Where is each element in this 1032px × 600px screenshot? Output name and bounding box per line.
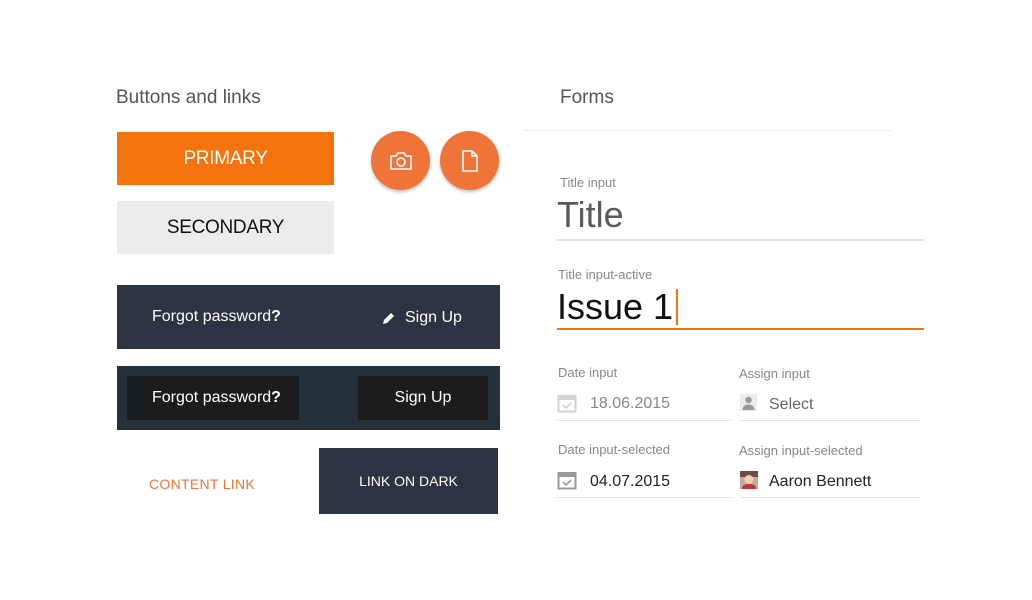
link-on-dark[interactable]: LINK ON DARK <box>319 448 498 514</box>
avatar <box>740 471 758 489</box>
title-input-active-label: Title input-active <box>558 267 653 282</box>
sign-up-link[interactable]: Sign Up <box>382 309 462 327</box>
person-icon <box>740 394 757 411</box>
forgot-password-button[interactable]: Forgot password? <box>127 376 299 420</box>
forgot-password-link[interactable]: Forgot password? <box>152 308 281 326</box>
auth-bar-dark-buttons: Forgot password? Sign Up <box>117 366 500 430</box>
title-input[interactable]: Title <box>557 194 624 236</box>
assign-input-value: Select <box>769 396 814 413</box>
assign-input-selected-underline <box>740 497 920 498</box>
title-input-active-underline <box>557 328 924 330</box>
date-input-value: 18.06.2015 <box>590 395 671 412</box>
date-input-label: Date input <box>558 365 618 380</box>
date-input-selected-value: 04.07.2015 <box>590 473 671 490</box>
title-input-active-value: Issue 1 <box>557 286 674 327</box>
file-icon <box>461 149 478 172</box>
auth-bar-dark: Forgot password? Sign Up <box>117 285 500 349</box>
date-input-selected-label: Date input-selected <box>558 442 671 457</box>
forms-divider <box>524 130 891 131</box>
date-input-underline <box>557 420 731 421</box>
primary-button[interactable]: PRIMARY <box>117 132 334 185</box>
calendar-check-icon <box>557 472 577 490</box>
assign-input-underline <box>740 420 920 421</box>
title-input-label: Title input <box>560 175 616 190</box>
assign-input-selected-value: Aaron Bennett <box>769 473 872 490</box>
camera-fab-button[interactable] <box>371 131 430 190</box>
assign-input-selected-label: Assign input-selected <box>739 443 863 458</box>
assign-input-label: Assign input <box>739 366 810 381</box>
assign-input-selected[interactable]: Aaron Bennett <box>740 471 920 498</box>
pencil-icon <box>383 313 394 324</box>
forms-section-title: Forms <box>560 87 614 108</box>
sign-up-button[interactable]: Sign Up <box>358 376 488 420</box>
title-input-active[interactable]: Issue 1 <box>557 286 679 328</box>
content-link[interactable]: CONTENT LINK <box>149 476 255 492</box>
forgot-password-question: ? <box>271 308 281 325</box>
buttons-section-title: Buttons and links <box>116 87 261 108</box>
assign-input[interactable]: Select <box>740 394 920 421</box>
calendar-icon <box>557 395 577 413</box>
secondary-button[interactable]: SECONDARY <box>117 201 334 254</box>
forgot-password-label: Forgot password <box>152 308 272 325</box>
file-fab-button[interactable] <box>440 131 499 190</box>
forgot-password-question: ? <box>271 389 281 406</box>
date-input-selected[interactable]: 04.07.2015 <box>557 470 731 498</box>
forgot-password-label: Forgot password <box>152 389 272 406</box>
sign-up-label: Sign Up <box>405 309 462 326</box>
text-cursor <box>676 289 679 325</box>
date-input-selected-underline <box>557 497 731 498</box>
title-input-underline <box>557 239 924 241</box>
camera-icon <box>389 151 412 170</box>
date-input[interactable]: 18.06.2015 <box>557 393 731 421</box>
